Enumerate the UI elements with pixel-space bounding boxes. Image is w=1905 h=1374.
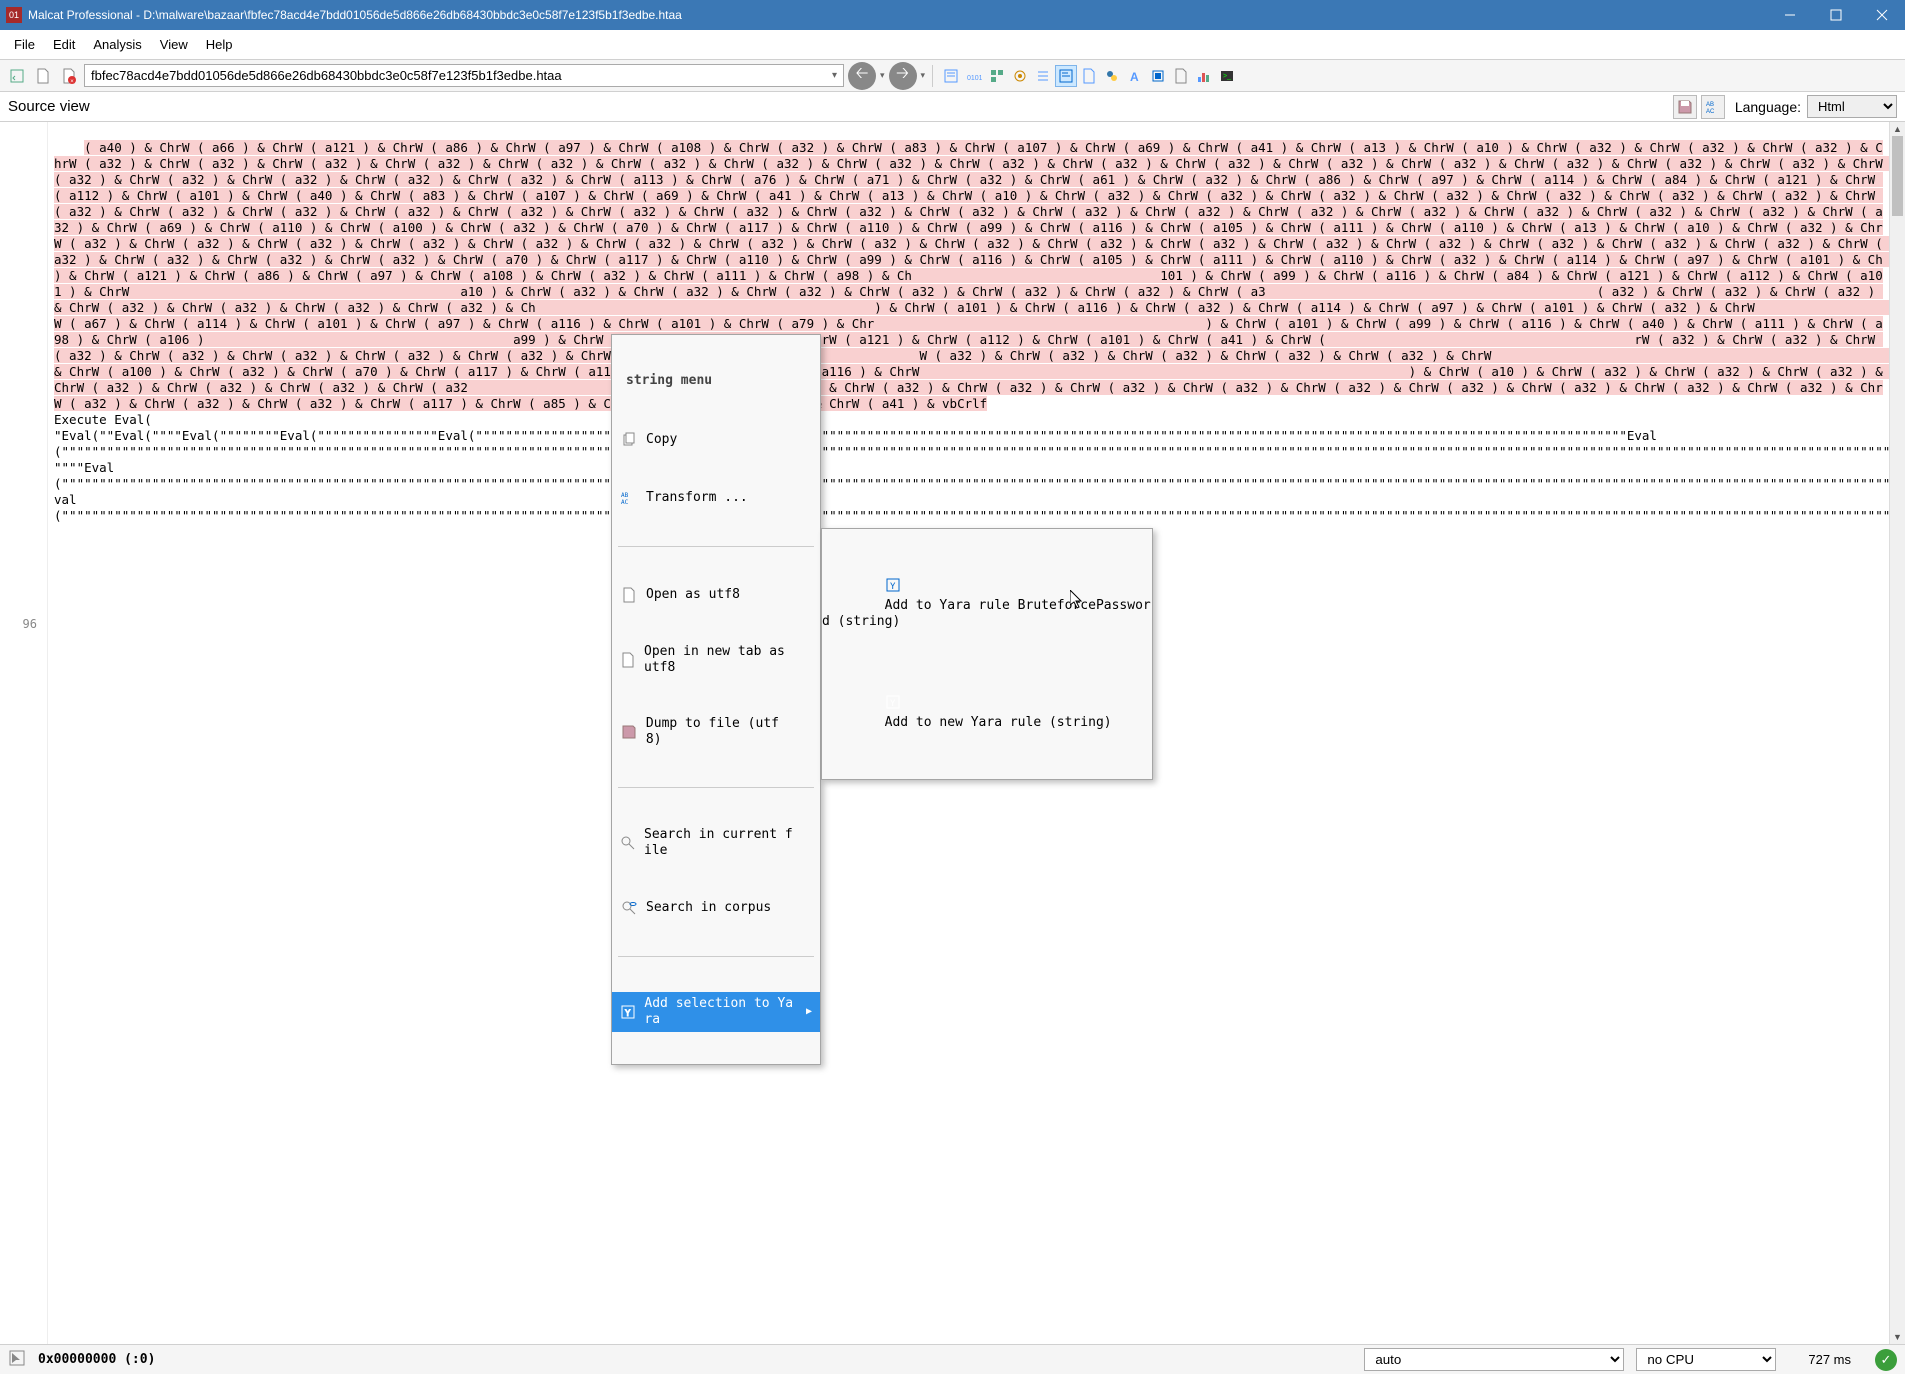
svg-text:Y: Y — [890, 582, 896, 592]
editor: 96 ( a40 ) & ChrW ( a66 ) & ChrW ( a121 … — [0, 122, 1905, 1344]
yara-new-icon: Y — [885, 699, 901, 714]
status-encoding-select[interactable]: auto — [1364, 1348, 1624, 1371]
yara-rule-icon: Y — [885, 582, 901, 597]
menubar: File Edit Analysis View Help — [0, 30, 1905, 60]
status-address: 0x00000000 (:0) — [38, 1352, 155, 1367]
svg-text:Y: Y — [625, 1009, 631, 1019]
menu-edit[interactable]: Edit — [45, 34, 83, 55]
file-icon — [620, 651, 636, 669]
ctx-search-corpus[interactable]: Search in corpus — [612, 895, 820, 921]
maximize-button[interactable] — [1813, 0, 1859, 30]
toolbar-icon-1[interactable] — [6, 65, 28, 87]
toolbar-new-file-icon[interactable] — [32, 65, 54, 87]
transform-icon: ABAC — [620, 489, 638, 507]
tool-icon-A[interactable]: A — [1124, 65, 1146, 87]
tool-icon-struct[interactable] — [986, 65, 1008, 87]
tool-icon-chart[interactable] — [1193, 65, 1215, 87]
svg-text:AB: AB — [621, 492, 629, 499]
address-dropdown-icon[interactable]: ▾ — [832, 70, 837, 81]
menu-analysis[interactable]: Analysis — [85, 34, 149, 55]
search-db-icon — [620, 899, 638, 917]
ctx-open-utf8[interactable]: Open as utf8 — [612, 582, 820, 608]
ab-ac-icon[interactable]: ABAC — [1701, 95, 1725, 119]
language-label: Language: — [1735, 99, 1801, 115]
tool-icon-list[interactable] — [1032, 65, 1054, 87]
tool-icon-py[interactable] — [1101, 65, 1123, 87]
address-bar[interactable]: fbfec78acd4e7bdd01056de5d866e26db68430bb… — [84, 64, 844, 87]
code-text[interactable]: Execute Eval( "Eval(""Eval(""""Eval(""""… — [54, 412, 1889, 523]
scroll-up-icon[interactable]: ▲ — [1890, 122, 1905, 136]
language-select[interactable]: Html — [1807, 95, 1897, 118]
nav-back-dropdown-icon[interactable]: ▾ — [880, 70, 885, 81]
status-ok-icon: ✓ — [1875, 1349, 1897, 1371]
titlebar: 01 Malcat Professional - D:\malware\baza… — [0, 0, 1905, 30]
app-icon: 01 — [6, 7, 22, 23]
copy-icon — [620, 431, 638, 449]
menu-help[interactable]: Help — [198, 34, 241, 55]
svg-text:Y: Y — [890, 699, 896, 709]
svg-text:AB: AB — [1706, 102, 1714, 108]
ctx-dump-file[interactable]: Dump to file (utf8) — [612, 712, 820, 752]
vertical-scrollbar[interactable]: ▲ ▼ — [1889, 122, 1905, 1344]
tool-icon-source-active[interactable] — [1055, 65, 1077, 87]
svg-text:0101: 0101 — [967, 75, 982, 82]
submenu-arrow-icon: ▶ — [806, 1004, 812, 1020]
file-icon — [620, 586, 638, 604]
ctx-copy[interactable]: Copy — [612, 427, 820, 453]
code-area[interactable]: ( a40 ) & ChrW ( a66 ) & ChrW ( a121 ) &… — [48, 122, 1889, 1344]
context-menu: string menu Copy ABAC Transform ... Open… — [611, 334, 821, 1065]
nav-forward-button[interactable]: 🡢 — [889, 62, 917, 90]
view-title: Source view — [8, 98, 90, 115]
menu-file[interactable]: File — [6, 34, 43, 55]
yara-icon: Y — [620, 1003, 636, 1021]
status-cpu-select[interactable]: no CPU — [1636, 1348, 1776, 1371]
svg-text:AC: AC — [621, 499, 629, 506]
tool-icon-page[interactable] — [1170, 65, 1192, 87]
svg-text:A: A — [1130, 70, 1139, 84]
toolbar-file-error-icon[interactable]: × — [58, 65, 80, 87]
statusbar: 0x00000000 (:0) auto no CPU 727 ms ✓ — [0, 1344, 1905, 1374]
save-icon[interactable] — [1673, 95, 1697, 119]
submenu-add-existing[interactable]: Y Add to Yara rule BruteforcePassword (s… — [822, 561, 1152, 646]
selected-text[interactable]: ( a40 ) & ChrW ( a66 ) & ChrW ( a121 ) &… — [54, 140, 1889, 411]
ctx-open-tab-utf8[interactable]: Open in new tab as utf8 — [612, 640, 820, 680]
yara-submenu: Y Add to Yara rule BruteforcePassword (s… — [821, 528, 1153, 780]
svg-text:×: × — [70, 79, 74, 84]
ctx-transform[interactable]: ABAC Transform ... — [612, 485, 820, 511]
status-timing: 727 ms — [1808, 1352, 1851, 1367]
toolbar: × fbfec78acd4e7bdd01056de5d866e26db68430… — [0, 60, 1905, 92]
context-menu-title: string menu — [612, 367, 820, 395]
status-cursor-icon — [8, 1349, 26, 1370]
nav-back-button[interactable]: 🡠 — [848, 62, 876, 90]
nav-forward-dropdown-icon[interactable]: ▾ — [921, 70, 926, 81]
tool-icon-summary[interactable] — [940, 65, 962, 87]
svg-text:AC: AC — [1706, 109, 1715, 115]
window-title: Malcat Professional - D:\malware\bazaar\… — [28, 8, 1767, 22]
close-button[interactable] — [1859, 0, 1905, 30]
tool-icon-box[interactable] — [1147, 65, 1169, 87]
tool-icon-doc[interactable] — [1078, 65, 1100, 87]
address-text: fbfec78acd4e7bdd01056de5d866e26db68430bb… — [91, 68, 562, 83]
scrollbar-thumb[interactable] — [1892, 136, 1903, 216]
menu-view[interactable]: View — [152, 34, 196, 55]
ctx-search-file[interactable]: Search in current file — [612, 823, 820, 863]
tool-icon-gear[interactable] — [1009, 65, 1031, 87]
view-header: Source view ABAC Language: Html — [0, 92, 1905, 122]
line-number-96: 96 — [0, 616, 37, 632]
svg-text:>_: >_ — [1223, 73, 1231, 80]
line-gutter: 96 — [0, 122, 48, 1344]
minimize-button[interactable] — [1767, 0, 1813, 30]
tool-icon-terminal[interactable]: >_ — [1216, 65, 1238, 87]
search-icon — [620, 834, 636, 852]
scroll-down-icon[interactable]: ▼ — [1890, 1330, 1905, 1344]
tool-icon-hex[interactable]: 0101 — [963, 65, 985, 87]
submenu-add-new[interactable]: Y Add to new Yara rule (string) — [822, 678, 1152, 747]
save-icon — [620, 723, 638, 741]
ctx-add-yara[interactable]: Y Add selection to Yara ▶ — [612, 992, 820, 1032]
